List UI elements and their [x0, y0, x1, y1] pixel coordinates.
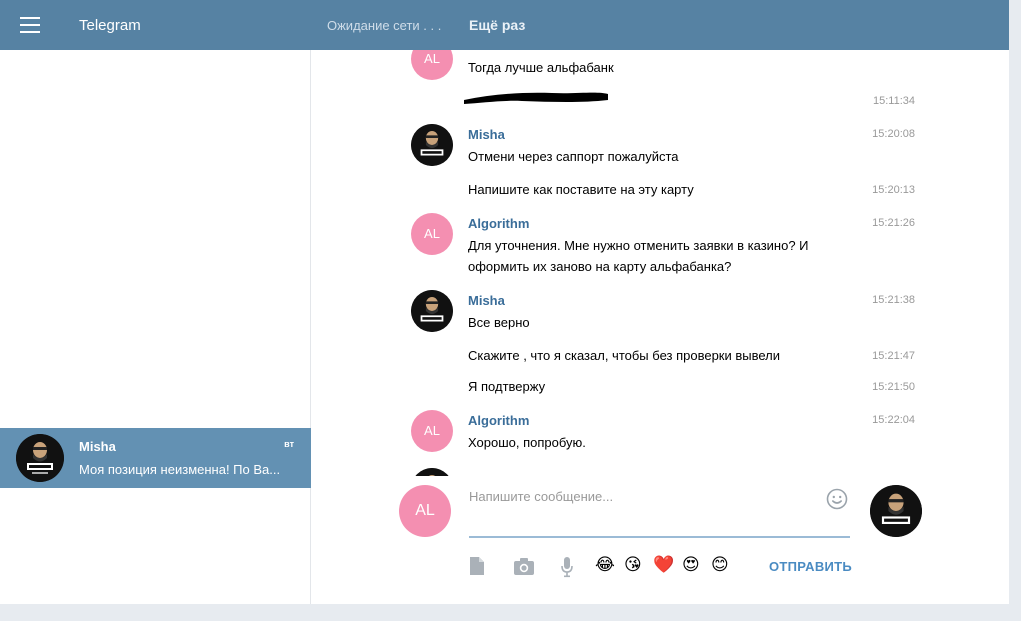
message-author[interactable]: Misha [468, 127, 505, 142]
retry-button[interactable]: Ещё раз [469, 17, 525, 33]
misha-avatar[interactable] [411, 290, 453, 332]
message-time: 15:21:26 [872, 217, 915, 229]
dialog-item-misha[interactable]: Misha вт Моя позиция неизменна! По Ва... [0, 428, 311, 488]
misha-avatar[interactable] [411, 468, 453, 476]
message-author[interactable]: Misha [468, 293, 505, 308]
emoji-joy[interactable]: 😂 [595, 555, 615, 575]
top-bar: Telegram Ожидание сети . . . Ещё раз [0, 0, 1009, 50]
dialog-name: Misha [79, 439, 116, 454]
dialog-preview: Моя позиция неизменна! По Ва... [79, 462, 281, 477]
emoji-heart-eyes[interactable]: 😍 [682, 555, 700, 575]
message-time: 15:21:47 [872, 350, 915, 362]
message-author[interactable]: Algorithm [468, 413, 529, 428]
my-avatar[interactable]: AL [399, 485, 451, 537]
redacted-scribble [464, 92, 608, 104]
telegram-window: Telegram Ожидание сети . . . Ещё раз Mis… [0, 0, 1009, 604]
message-text: Все верно [468, 315, 530, 330]
message-input[interactable] [469, 484, 809, 508]
file-icon[interactable] [468, 556, 486, 576]
misha-avatar [16, 434, 64, 482]
algorithm-avatar[interactable]: AL [411, 50, 453, 80]
chat-panel: AL Тогда лучше альфабанк 15:11:34 Misha … [312, 50, 1009, 604]
dialog-date: вт [284, 439, 294, 449]
message-time: 15:20:08 [872, 128, 915, 140]
hamburger-menu-icon[interactable] [20, 17, 40, 33]
algorithm-avatar[interactable]: AL [411, 410, 453, 452]
emoji-kiss[interactable]: 😘 [624, 555, 642, 575]
message-time: 15:21:38 [872, 294, 915, 306]
emoji-smile[interactable]: 😊 [711, 555, 729, 575]
message-text: Для уточнения. Мне нужно отменить заявки… [468, 238, 809, 274]
message-history[interactable]: AL Тогда лучше альфабанк 15:11:34 Misha … [312, 50, 1009, 476]
peer-avatar[interactable] [870, 485, 922, 537]
message-text: Я подтвержу [468, 379, 546, 394]
dialog-list: Misha вт Моя позиция неизменна! По Ва... [0, 50, 311, 604]
message-input-area [469, 484, 850, 538]
camera-icon[interactable] [513, 556, 535, 576]
message-text: Напишите как поставите на эту карту [468, 182, 694, 197]
message-text: Тогда лучше альфабанк [468, 60, 614, 75]
message-time: 15:22:04 [872, 414, 915, 426]
misha-avatar[interactable] [411, 124, 453, 166]
smiley-icon[interactable] [826, 488, 848, 510]
algorithm-avatar[interactable]: AL [411, 213, 453, 255]
message-time: 15:20:13 [872, 184, 915, 196]
send-button[interactable]: ОТПРАВИТЬ [769, 559, 852, 574]
message-author[interactable]: Algorithm [468, 216, 529, 231]
message-text: Скажите , что я сказал, чтобы без провер… [468, 348, 781, 363]
network-status: Ожидание сети . . . [327, 18, 442, 33]
message-text: Отмени через саппорт пожалуйста [468, 149, 679, 164]
message-time: 15:21:50 [872, 381, 915, 393]
message-time: 15:11:34 [872, 95, 915, 107]
emoji-heart[interactable]: ❤️ [653, 555, 674, 575]
app-title: Telegram [79, 17, 141, 34]
microphone-icon[interactable] [560, 556, 574, 578]
message-text: Хорошо, попробую. [468, 435, 586, 450]
